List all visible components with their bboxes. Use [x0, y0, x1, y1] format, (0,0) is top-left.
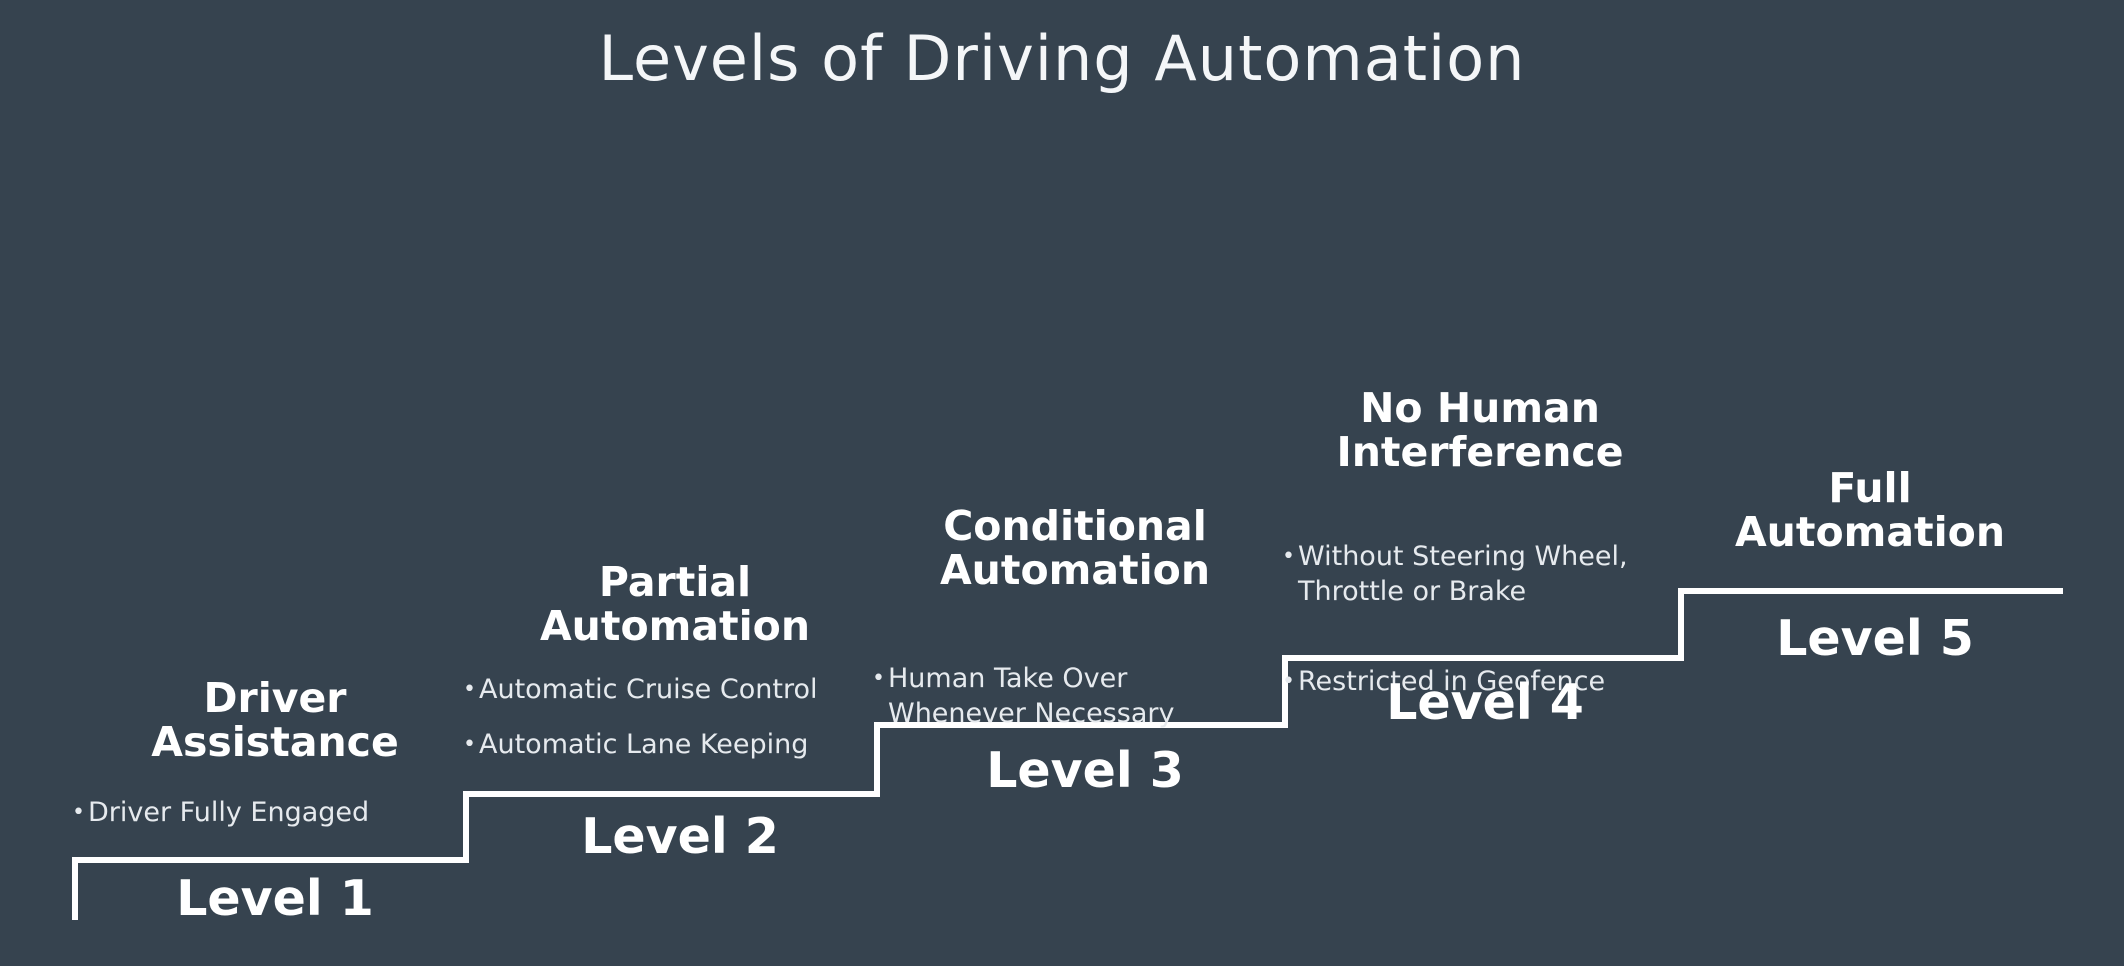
level-4-heading: No Human Interference	[1320, 386, 1640, 474]
level-1-bullets: Driver Fully Engaged	[72, 795, 412, 830]
level-4-bullet-1: Without Steering Wheel, Throttle or Brak…	[1282, 539, 1662, 609]
level-3-bullet-1: Human Take Over Whenever Necessary	[872, 661, 1232, 731]
level-1-label: Level 1	[176, 870, 374, 927]
level-2-label: Level 2	[581, 808, 779, 865]
level-1-heading-line-1: Driver	[203, 674, 347, 722]
level-5-heading-line-2: Automation	[1734, 508, 2006, 556]
level-3-label: Level 3	[986, 742, 1184, 799]
level-5-label: Level 5	[1776, 610, 1974, 667]
level-2-heading: Partial Automation	[520, 560, 830, 648]
level-5-heading-line-1: Full	[1828, 464, 1912, 512]
level-3-heading-line-1: Conditional	[943, 502, 1207, 550]
level-2-bullets: Automatic Cruise Control Automatic Lane …	[463, 672, 863, 762]
level-1-heading-line-2: Assistance	[151, 718, 399, 766]
level-4-heading-line-1: No Human	[1360, 384, 1600, 432]
level-5-heading: Full Automation	[1720, 466, 2020, 554]
level-4-label: Level 4	[1386, 674, 1584, 731]
level-1-bullet-1: Driver Fully Engaged	[72, 795, 412, 830]
level-2-heading-line-2: Automation	[539, 602, 811, 650]
level-3-heading: Conditional Automation	[920, 504, 1230, 592]
level-2-heading-line-1: Partial	[598, 558, 752, 606]
level-2-bullet-2: Automatic Lane Keeping	[463, 727, 863, 762]
level-1-heading: Driver Assistance	[130, 676, 420, 764]
level-4-heading-line-2: Interference	[1336, 428, 1624, 476]
level-2-bullet-1: Automatic Cruise Control	[463, 672, 863, 707]
level-3-heading-line-2: Automation	[939, 546, 1211, 594]
